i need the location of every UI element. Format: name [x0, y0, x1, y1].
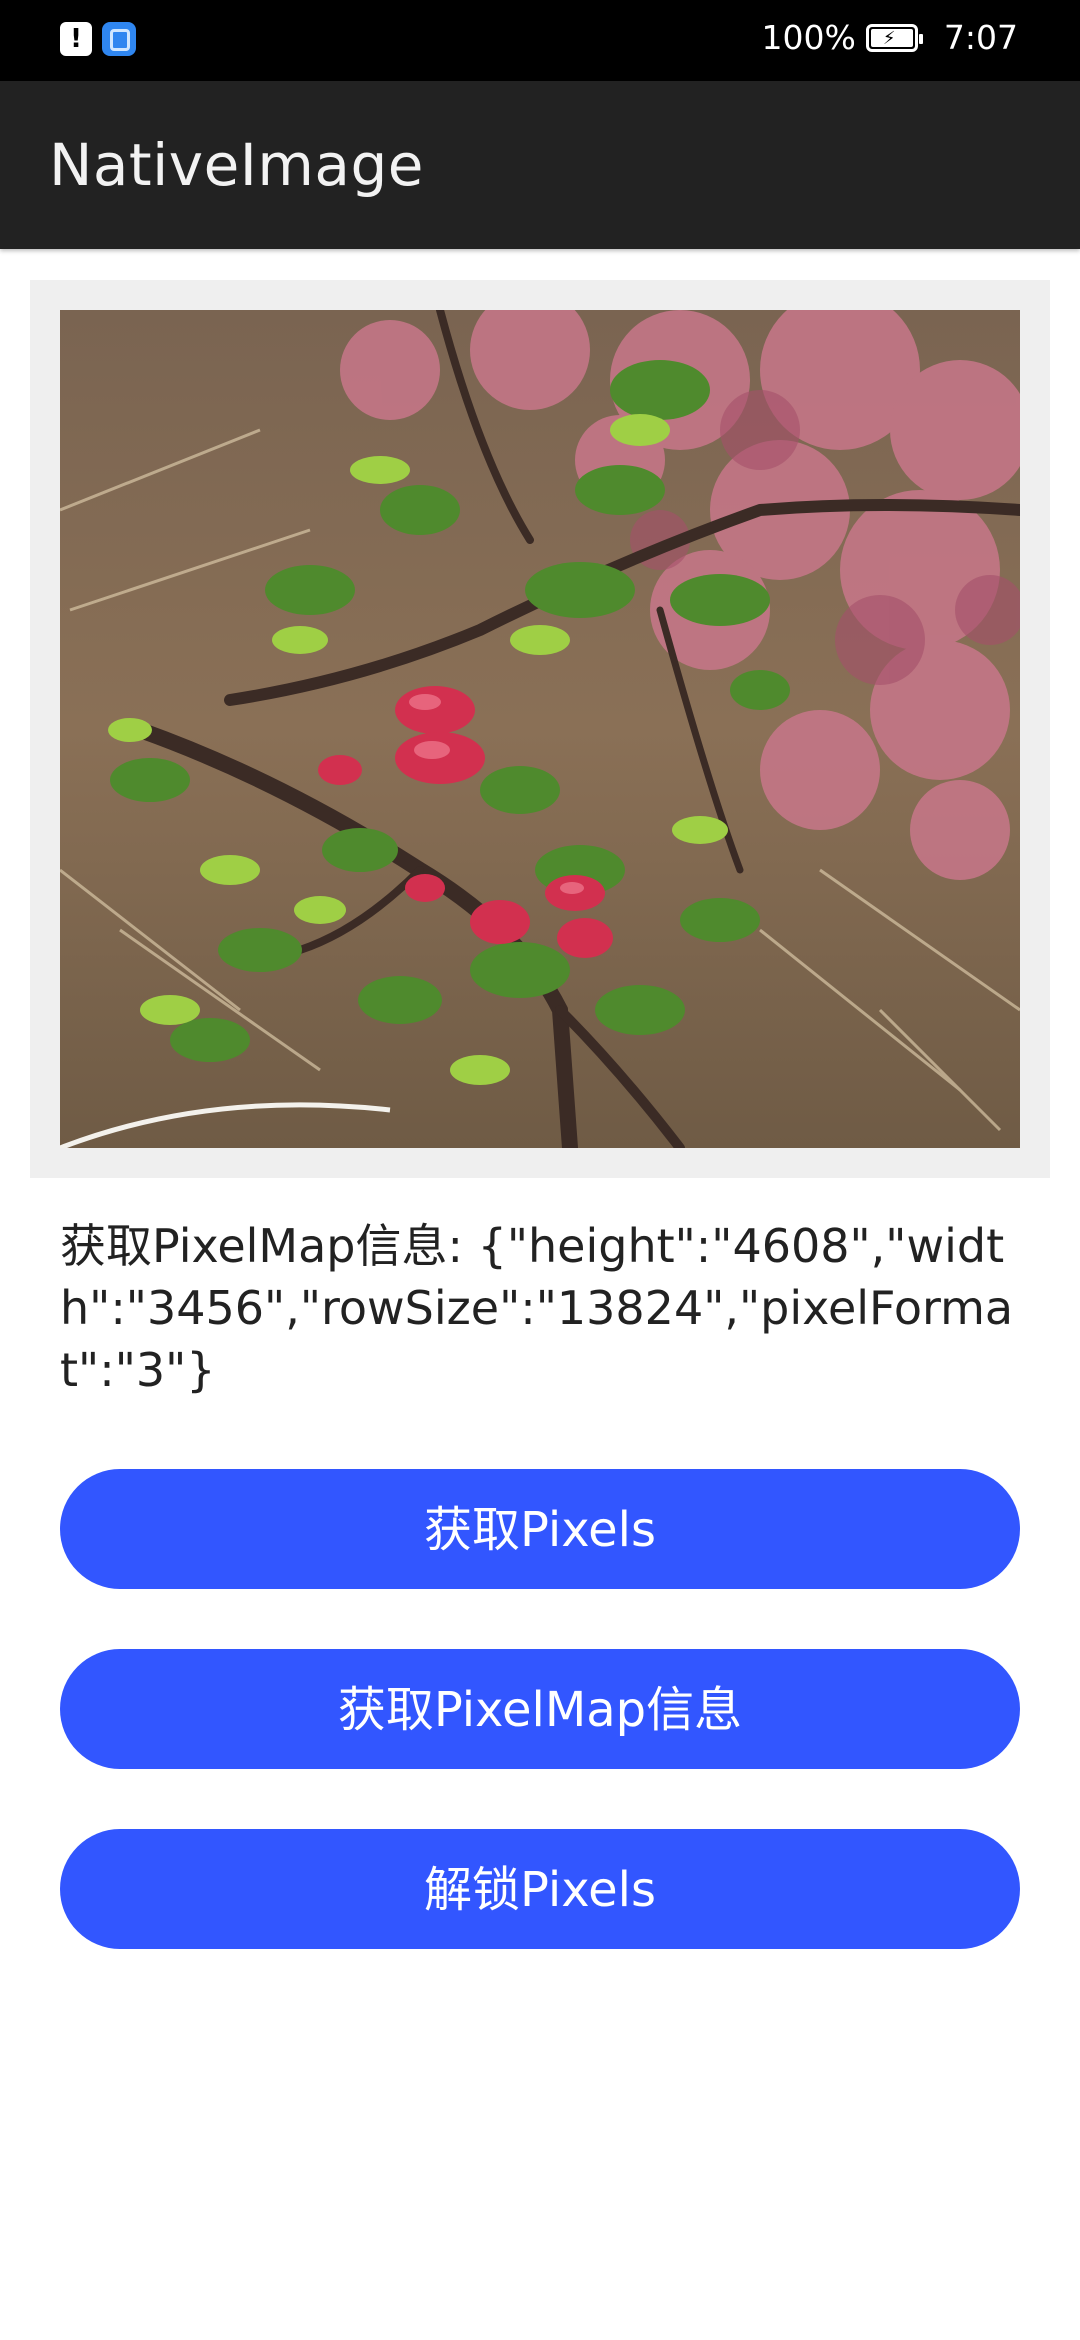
image-frame: [30, 280, 1050, 1178]
app-bar: NativeImage: [0, 81, 1080, 249]
charging-bolt-icon: ⚡: [882, 27, 896, 49]
get-pixelmap-info-button[interactable]: 获取PixelMap信息: [60, 1649, 1020, 1769]
app-notification-icon: [102, 22, 136, 56]
clock: 7:07: [943, 18, 1018, 57]
pixelmap-info-text: 获取PixelMap信息: {"height":"4608","width":"…: [60, 1219, 1014, 1397]
status-right: 100% ⚡ 7:07: [762, 18, 1018, 57]
pixelmap-image: [60, 310, 1020, 1148]
get-pixels-button[interactable]: 获取Pixels: [60, 1469, 1020, 1589]
battery-percent: 100%: [761, 18, 856, 57]
battery-icon: ⚡: [865, 23, 923, 52]
unlock-pixels-button[interactable]: 解锁Pixels: [60, 1829, 1020, 1949]
alert-icon: !: [60, 22, 92, 56]
app-title: NativeImage: [49, 131, 424, 199]
status-left-icons: !: [60, 22, 136, 56]
status-bar: ! 100% ⚡ 7:07: [0, 0, 1080, 81]
